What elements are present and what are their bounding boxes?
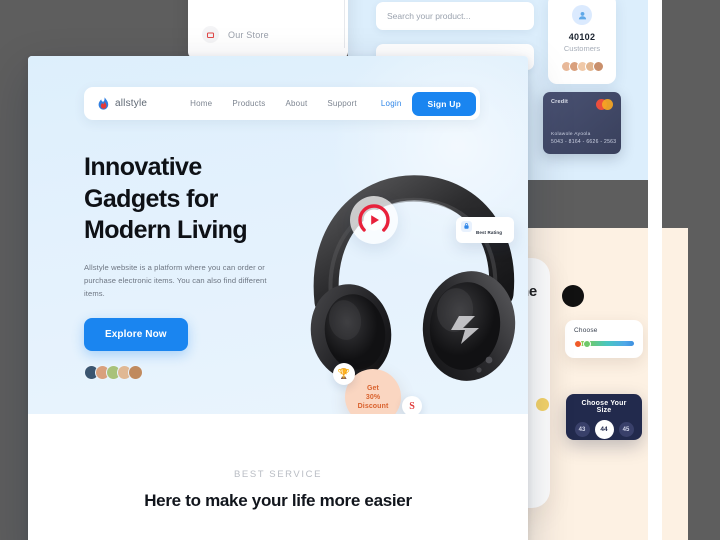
size-options: 43 44 45 (573, 420, 635, 439)
brand-name: allstyle (115, 98, 148, 109)
background-color-dot-yellow (536, 398, 549, 411)
service-eyebrow: BEST SERVICE (233, 469, 322, 480)
play-badge[interactable] (350, 196, 398, 244)
hero-section: allstyle Home Products About Support Log… (28, 56, 528, 414)
hero-avatar-group (84, 365, 299, 381)
avatar (128, 365, 143, 381)
background-credit-card: Credit Kolawole Ayoola 5043 - 8164 - 662… (543, 92, 621, 154)
discount-line-3: Discount (357, 402, 389, 410)
hero-headline: Innovative Gadgets for Modern Living (84, 153, 248, 244)
size-option-43[interactable]: 43 (574, 422, 590, 437)
discount-line-1: Get (367, 384, 379, 392)
size-option-44[interactable]: 44 (594, 420, 614, 439)
background-search-placeholder: Search your product... (387, 11, 471, 21)
background-customers-card: 40102 Customers (548, 0, 616, 84)
play-icon (358, 204, 390, 236)
color-swatch-1[interactable] (574, 339, 582, 348)
nav-link-home[interactable]: Home (190, 99, 212, 108)
navbar: allstyle Home Products About Support Log… (84, 87, 480, 120)
background-color-dot-black (562, 285, 584, 307)
headphones-image (293, 174, 523, 392)
explore-now-button[interactable]: Explore Now (84, 318, 188, 352)
best-rating-card: Best Rating (456, 217, 514, 243)
best-rating-title: Best Rating (476, 230, 503, 235)
nav-links: Home Products About Support (190, 99, 357, 108)
nav-link-support[interactable]: Support (327, 99, 356, 108)
background-size-card: Choose Your Size 43 44 45 (566, 394, 642, 440)
screenshot-canvas: Our Store Social Medial Search your prod… (0, 0, 720, 540)
credit-card-label: Credit (551, 99, 569, 105)
mastercard-icon (596, 99, 613, 110)
hero-subcopy: Allstyle website is a platform where you… (84, 262, 267, 299)
website-mockup: allstyle Home Products About Support Log… (28, 56, 528, 540)
size-card-title: Choose Your Size (581, 400, 627, 414)
background-divider (344, 0, 345, 48)
background-search-input[interactable]: Search your product... (376, 2, 534, 30)
choose-label: Choose (574, 327, 598, 334)
nav-link-products[interactable]: Products (232, 99, 265, 108)
credit-card-holder: Kolawole Ayoola (551, 132, 591, 137)
nav-actions: Login Sign Up (381, 91, 476, 116)
size-option-45[interactable]: 45 (618, 422, 634, 437)
login-link[interactable]: Login (381, 99, 402, 108)
nav-link-about[interactable]: About (285, 99, 307, 108)
hero-copy: Innovative Gadgets for Modern Living All… (84, 152, 299, 381)
badge-icon (461, 221, 472, 232)
background-menu-item-store[interactable]: Our Store (188, 26, 348, 43)
customers-count: 40102 (568, 32, 596, 42)
service-title: Here to make your life more easier (144, 491, 412, 510)
background-choose-color-card: Choose (565, 320, 643, 358)
user-icon (572, 5, 592, 25)
brand-logo[interactable]: allstyle (98, 96, 148, 111)
background-right-edge (648, 0, 662, 540)
customers-label: Customers (563, 44, 601, 53)
discount-line-2: 30% (365, 393, 381, 401)
credit-card-number: 5043 - 8164 - 6626 - 2563 (551, 139, 617, 145)
trophy-icon: 🏆 (333, 363, 355, 385)
service-section: BEST SERVICE Here to make your life more… (28, 414, 528, 540)
flame-logo-icon (98, 96, 109, 111)
store-icon (202, 26, 219, 43)
customers-avatar-group (548, 61, 616, 72)
signup-button[interactable]: Sign Up (412, 91, 476, 116)
color-slider[interactable] (574, 339, 634, 348)
color-swatch-2[interactable] (583, 339, 591, 348)
background-left-panel: Our Store Social Medial (188, 0, 348, 74)
background-menu-label-store: Our Store (228, 29, 269, 40)
dollar-icon: S (402, 396, 422, 414)
